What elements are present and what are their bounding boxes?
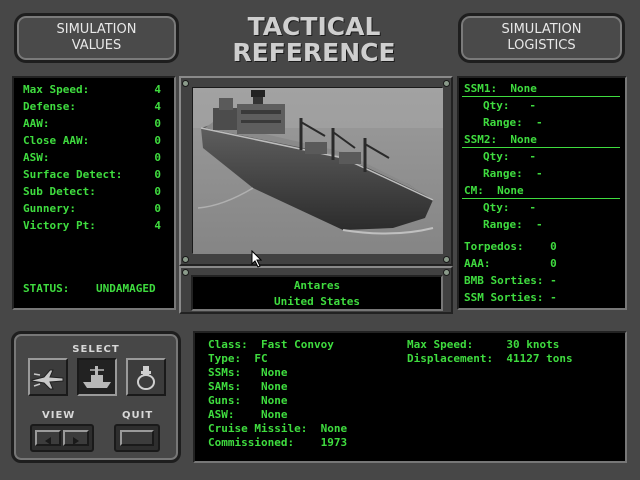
status-label: STATUS: [23,282,70,295]
view-next-button[interactable] [63,430,89,446]
stat-value: 0 [154,117,161,130]
ssm2-qty: Qty: - [483,150,536,163]
simulation-logistics-button[interactable]: SIMULATION LOGISTICS [458,13,625,63]
stat-row: Defense: 4 [23,98,165,115]
ship-photo [192,87,443,254]
screw-icon [182,80,189,87]
stat-label: Defense: [23,100,76,113]
stat-value: 4 [154,219,161,232]
bmb-sorties-value: BMB Sorties: - [464,274,557,287]
cm-qty: Qty: - [483,201,536,214]
ship-icon [83,366,111,388]
screw-icon [443,256,450,263]
page-title: TACTICAL REFERENCE [232,12,396,67]
stat-value: 0 [154,185,161,198]
select-aircraft-button[interactable] [28,358,68,396]
arrow-left-icon [45,437,51,445]
stat-value: 0 [154,151,161,164]
stat-label: AAW: [23,117,50,130]
ssm2-label: SSM2: None [464,133,537,146]
stat-row: Sub Detect: 0 [23,183,165,200]
stat-label: Close AAW: [23,134,90,147]
quit-button[interactable] [120,430,154,446]
simulation-logistics-label: SIMULATION LOGISTICS [501,22,582,53]
view-label: VIEW [42,410,76,421]
screw-icon [443,80,450,87]
stat-row: ASW: 0 [23,149,165,166]
stat-label: Max Speed: [23,83,90,96]
screw-icon [182,269,189,276]
displacement-value: Displacement: 41127 tons [407,352,573,365]
select-ship-button[interactable] [77,358,117,396]
stat-row: Victory Pt: 4 [23,217,165,234]
simulation-logistics-panel: SSM1: None Qty: - Range: - SSM2: None Qt… [457,76,627,310]
stat-row: Gunnery: 0 [23,200,165,217]
status-value: UNDAMAGED [96,282,156,295]
stat-row: Surface Detect: 0 [23,166,165,183]
stat-label: ASW: [23,151,50,164]
select-label: SELECT [72,344,120,355]
stat-value: 4 [154,100,161,113]
stat-label: Surface Detect: [23,168,123,181]
torpedos-value: Torpedos: 0 [464,240,557,253]
stat-label: Victory Pt: [23,219,96,232]
ssm2-range: Range: - [483,167,543,180]
ship-name-frame: Antares United States [179,266,453,314]
screw-icon [182,256,189,263]
stat-label: Sub Detect: [23,185,96,198]
ship-name: Antares [293,279,341,292]
stat-value: 0 [154,134,161,147]
mouse-cursor-icon [251,250,263,268]
aircraft-icon [31,369,64,390]
aaa-value: AAA: 0 [464,257,557,270]
view-previous-button[interactable] [35,430,61,446]
ship-name-panel: Antares United States [191,275,443,311]
ship-nation: United States [273,295,361,308]
quit-button-frame [114,424,160,452]
submarine-icon [137,366,155,390]
stat-row: Max Speed: 4 [23,81,165,98]
stat-row: AAW: 0 [23,115,165,132]
ssm1-qty: Qty: - [483,99,536,112]
cm-label: CM: None [464,184,524,197]
arrow-right-icon [73,437,79,445]
stat-row: Close AAW: 0 [23,132,165,149]
ship-details-panel: Class: Fast Convoy Type: FC SSMs: None SAMs… [193,331,627,463]
detail-line: Commissioned: 1973 [208,436,348,449]
simulation-values-label: SIMULATION VALUES [56,22,137,53]
screw-icon [443,269,450,276]
simulation-values-panel: Max Speed: 4 Defense: 4 AAW: 0 Close AAW: 0 ASW:… [12,76,176,310]
ssm1-label: SSM1: None [464,82,537,95]
ssm-sorties-value: SSM Sorties: - [464,291,557,304]
stat-value: 0 [154,202,161,215]
stat-label: Gunnery: [23,202,76,215]
stat-value: 4 [154,83,161,96]
quit-label: QUIT [122,410,154,421]
stat-value: 0 [154,168,161,181]
view-buttons [30,424,94,452]
ssm1-range: Range: - [483,116,543,129]
simulation-values-button[interactable]: SIMULATION VALUES [14,13,179,63]
ship-image-frame [179,76,453,266]
controls-box: SELECT VIEW QUIT [11,331,181,463]
cm-range: Range: - [483,218,543,231]
select-submarine-button[interactable] [126,358,166,396]
